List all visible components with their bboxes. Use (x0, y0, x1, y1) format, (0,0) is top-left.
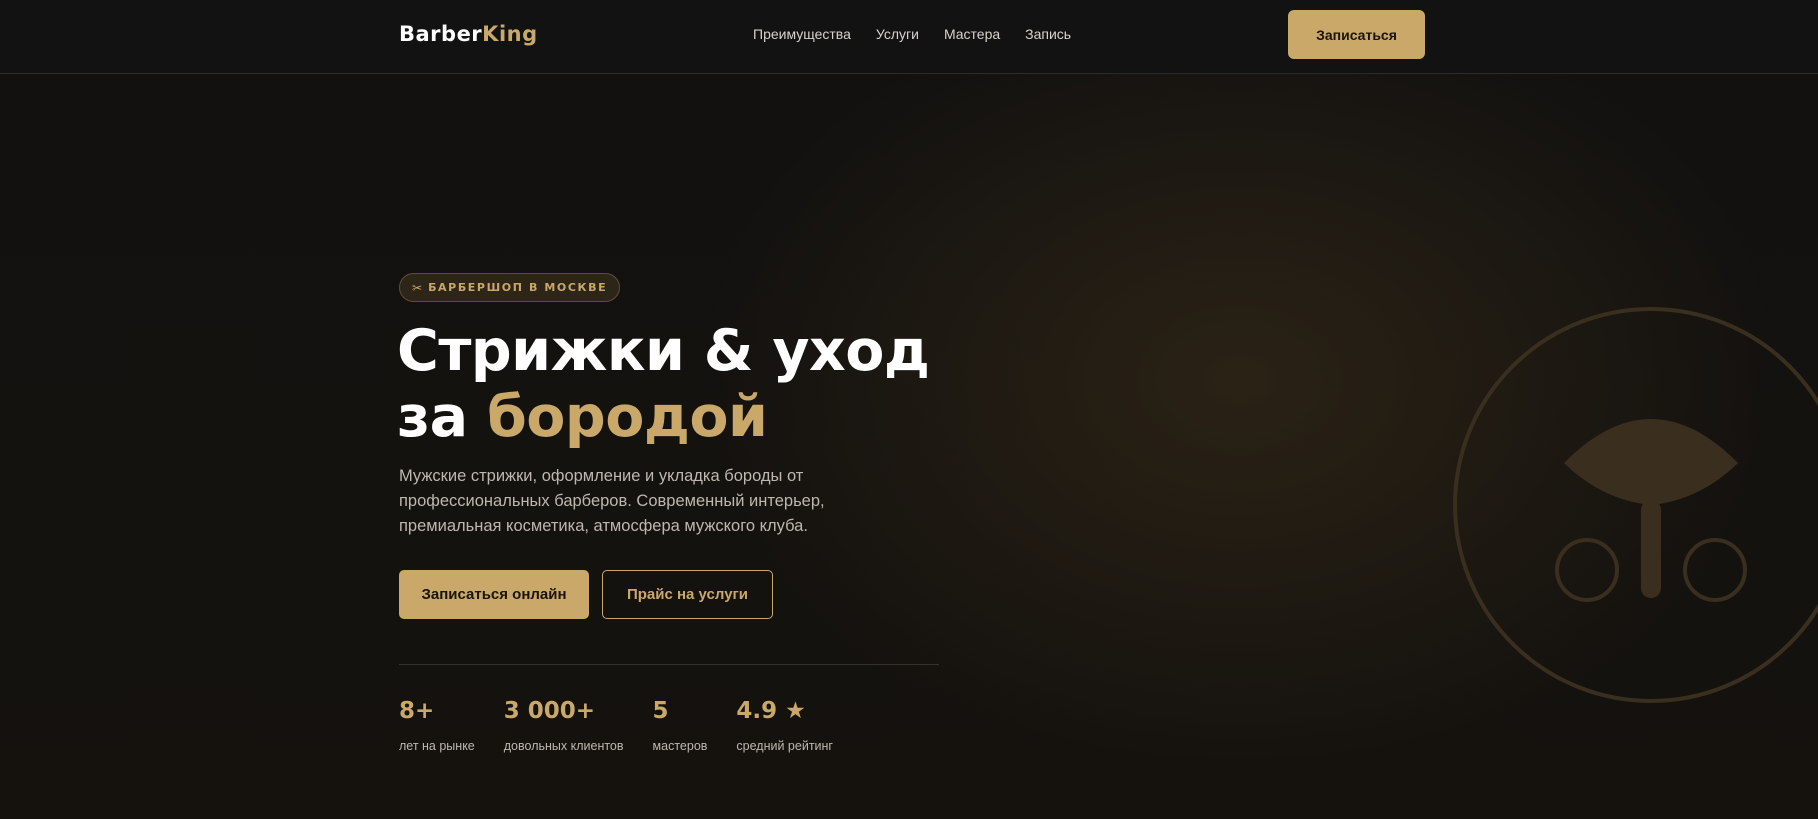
nav-item-advantages[interactable]: Преимущества (753, 25, 851, 43)
stat-masters: 5 мастеров (653, 696, 708, 754)
stat-label: довольных клиентов (503, 739, 624, 753)
hero-description: Мужские стрижки, оформление и укладка бо… (399, 467, 825, 535)
header-booking-button[interactable]: Записаться (1288, 10, 1425, 59)
stats-row: 8+ лет на рынке 3 000+ довольных клиенто… (399, 696, 862, 754)
book-online-button[interactable]: Записаться онлайн (399, 570, 589, 619)
barber-emblem-icon (1453, 307, 1818, 703)
logo-text-primary: Barber (399, 22, 483, 46)
hero-title-plain: за (397, 384, 487, 450)
nav-item-booking[interactable]: Запись (1025, 25, 1071, 43)
stat-value: 3 000+ (503, 698, 596, 724)
hero-title-line1: Стрижки & уход (397, 318, 930, 384)
nav-item-masters[interactable]: Мастера (944, 25, 1000, 43)
location-badge: ✂ БАРБЕРШОП В МОСКВЕ (399, 273, 621, 302)
stat-value: 4.9 ★ (736, 698, 806, 724)
hero-title: Стрижки & уход за бородой (397, 318, 930, 450)
page: BarberKing Преимущества Услуги Мастера З… (0, 0, 1818, 819)
nav-item-services[interactable]: Услуги (876, 25, 919, 43)
stat-clients: 3 000+ довольных клиентов (504, 696, 624, 754)
stats-divider (399, 664, 939, 665)
stat-value: 5 (652, 698, 669, 724)
stat-rating: 4.9 ★ средний рейтинг (736, 696, 833, 754)
scissors-icon: ✂ (412, 280, 423, 295)
stat-label: средний рейтинг (736, 739, 833, 753)
logo[interactable]: BarberKing (399, 21, 538, 47)
stat-label: мастеров (652, 739, 708, 753)
logo-text-accent: King (482, 22, 538, 46)
site-header: BarberKing Преимущества Услуги Мастера З… (0, 0, 1818, 74)
stat-years: 8+ лет на рынке (399, 696, 475, 754)
badge-label: БАРБЕРШОП В МОСКВЕ (428, 281, 608, 294)
price-list-button[interactable]: Прайс на услуги (602, 570, 773, 619)
main-nav: Преимущества Услуги Мастера Запись (753, 25, 1071, 43)
hero-title-accent: бородой (486, 384, 768, 450)
stat-value: 8+ (399, 698, 435, 724)
stat-label: лет на рынке (399, 739, 475, 753)
